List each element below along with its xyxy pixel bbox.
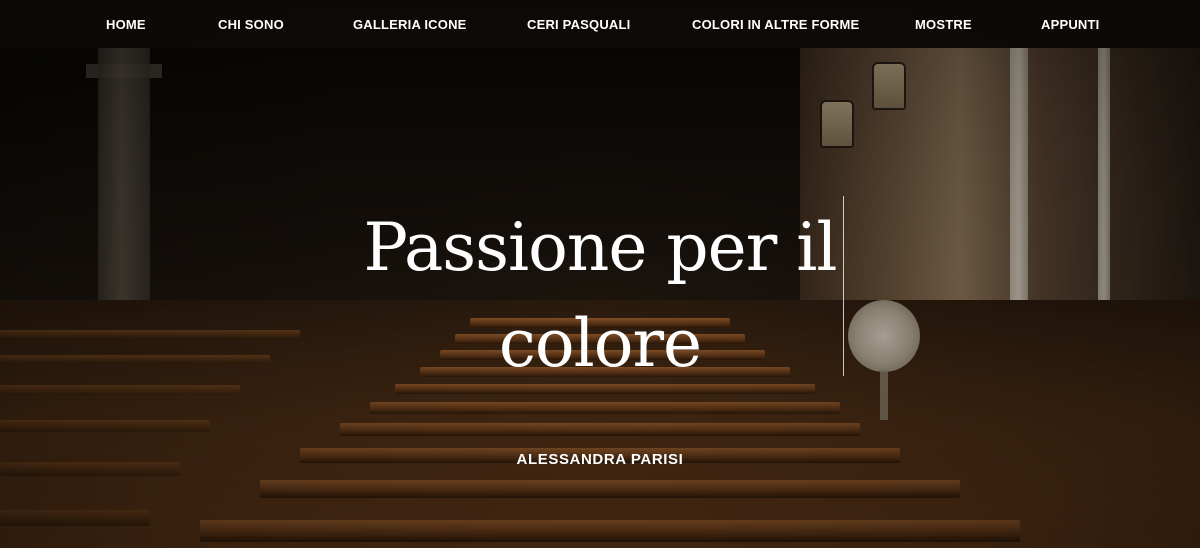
nav-item-colori-in-altre-forme[interactable]: COLORI IN ALTRE FORME	[692, 17, 859, 32]
hero-title: Passione per il colore	[363, 209, 838, 382]
main-nav: HOME CHI SONO GALLERIA ICONE CERI PASQUA…	[0, 0, 1200, 48]
page: HOME CHI SONO GALLERIA ICONE CERI PASQUA…	[0, 0, 1200, 548]
nav-item-mostre[interactable]: MOSTRE	[915, 17, 972, 32]
nav-item-home[interactable]: HOME	[106, 17, 146, 32]
nav-item-ceri-pasquali[interactable]: CERI PASQUALI	[527, 17, 630, 32]
nav-item-galleria-icone[interactable]: GALLERIA ICONE	[353, 17, 467, 32]
nav-item-chi-sono[interactable]: CHI SONO	[218, 17, 284, 32]
hero-subtitle: ALESSANDRA PARISI	[516, 451, 684, 468]
nav-item-appunti[interactable]: APPUNTI	[1041, 17, 1099, 32]
